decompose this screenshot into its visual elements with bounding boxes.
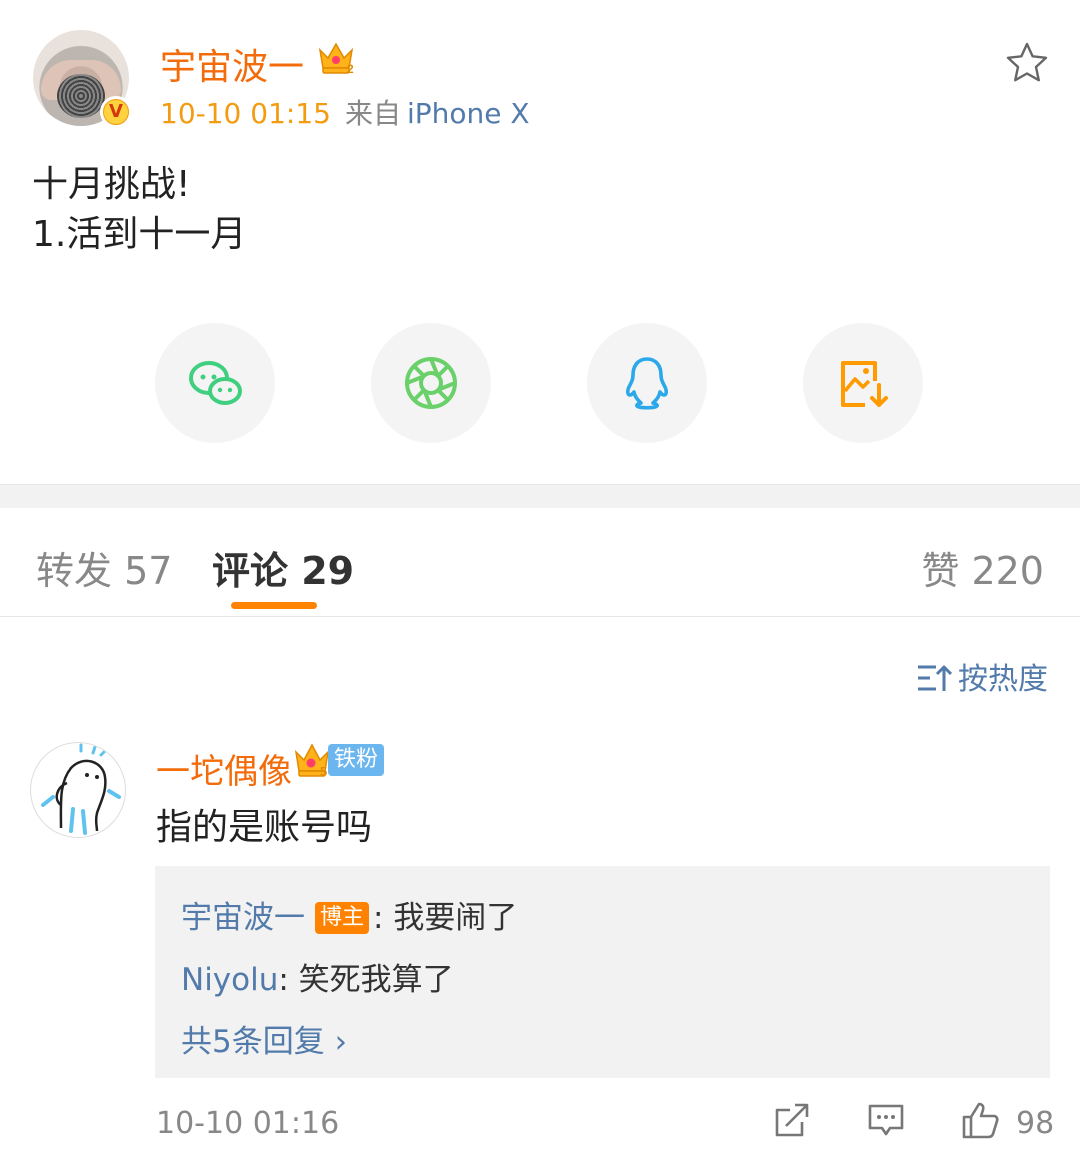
- comment-time: 10-10 01:16: [156, 1106, 340, 1141]
- share-qq-button[interactable]: [587, 323, 707, 443]
- reply-item[interactable]: 宇宙波一 博主: 我要闹了: [181, 892, 517, 937]
- host-tag: 博主: [315, 902, 370, 934]
- post-meta: 10-10 01:15 来自 iPhone X: [160, 92, 530, 132]
- tab-like[interactable]: 赞 220: [921, 540, 1044, 595]
- crown-icon: 5: [294, 743, 330, 779]
- reply-author[interactable]: 宇宙波一: [181, 900, 305, 936]
- reply-box[interactable]: 宇宙波一 博主: 我要闹了 Niyolu: 笑死我算了 共5条回复 ›: [155, 866, 1050, 1078]
- active-tab-indicator: [231, 602, 317, 609]
- share-icon[interactable]: [772, 1100, 812, 1140]
- post-line: 1.活到十一月: [32, 214, 247, 255]
- reply-item[interactable]: Niyolu: 笑死我算了: [181, 954, 454, 999]
- commenter-avatar[interactable]: [30, 742, 126, 838]
- crown-icon: 2: [318, 42, 354, 76]
- author-name[interactable]: 宇宙波一: [160, 38, 304, 90]
- like-count: 98: [1016, 1106, 1055, 1141]
- reply-text: : 我要闹了: [373, 900, 518, 936]
- tab-comment[interactable]: 评论 29: [212, 540, 354, 595]
- sort-icon: [918, 665, 952, 691]
- share-wechat-button[interactable]: [155, 323, 275, 443]
- comment-text: 指的是账号吗: [156, 807, 373, 848]
- post-line: 十月挑战!: [32, 164, 191, 205]
- reply-author[interactable]: Niyolu: [181, 962, 278, 998]
- sort-button[interactable]: 按热度: [916, 654, 1048, 698]
- save-image-icon: [841, 361, 888, 407]
- sort-label: 按热度: [958, 662, 1048, 697]
- device-link[interactable]: iPhone X: [407, 97, 530, 130]
- reply-text: : 笑死我算了: [278, 962, 454, 998]
- save-image-button[interactable]: [803, 323, 923, 443]
- commenter-name[interactable]: 一坨偶像: [156, 744, 292, 793]
- from-label: 来自: [344, 97, 401, 130]
- share-moments-button[interactable]: [371, 323, 491, 443]
- post-time: 10-10 01:15: [160, 97, 331, 130]
- avatar-image: [41, 743, 121, 835]
- moments-icon: [405, 357, 457, 409]
- like-icon[interactable]: [960, 1100, 1000, 1140]
- section-divider: [0, 484, 1080, 508]
- post-text: 十月挑战! 1.活到十一月: [32, 160, 246, 260]
- fan-badge: 铁粉: [328, 744, 385, 776]
- comment-icon[interactable]: [866, 1100, 906, 1140]
- svg-text:5: 5: [320, 764, 327, 779]
- verified-badge-icon: V: [100, 96, 132, 128]
- tab-repost[interactable]: 转发 57: [36, 540, 172, 595]
- svg-text:2: 2: [347, 62, 354, 76]
- more-replies-link[interactable]: 共5条回复 ›: [181, 1016, 347, 1061]
- qq-icon: [625, 357, 669, 410]
- tabs-divider: [0, 616, 1080, 617]
- wechat-icon: [189, 361, 242, 405]
- favorite-star-icon[interactable]: [1004, 40, 1050, 86]
